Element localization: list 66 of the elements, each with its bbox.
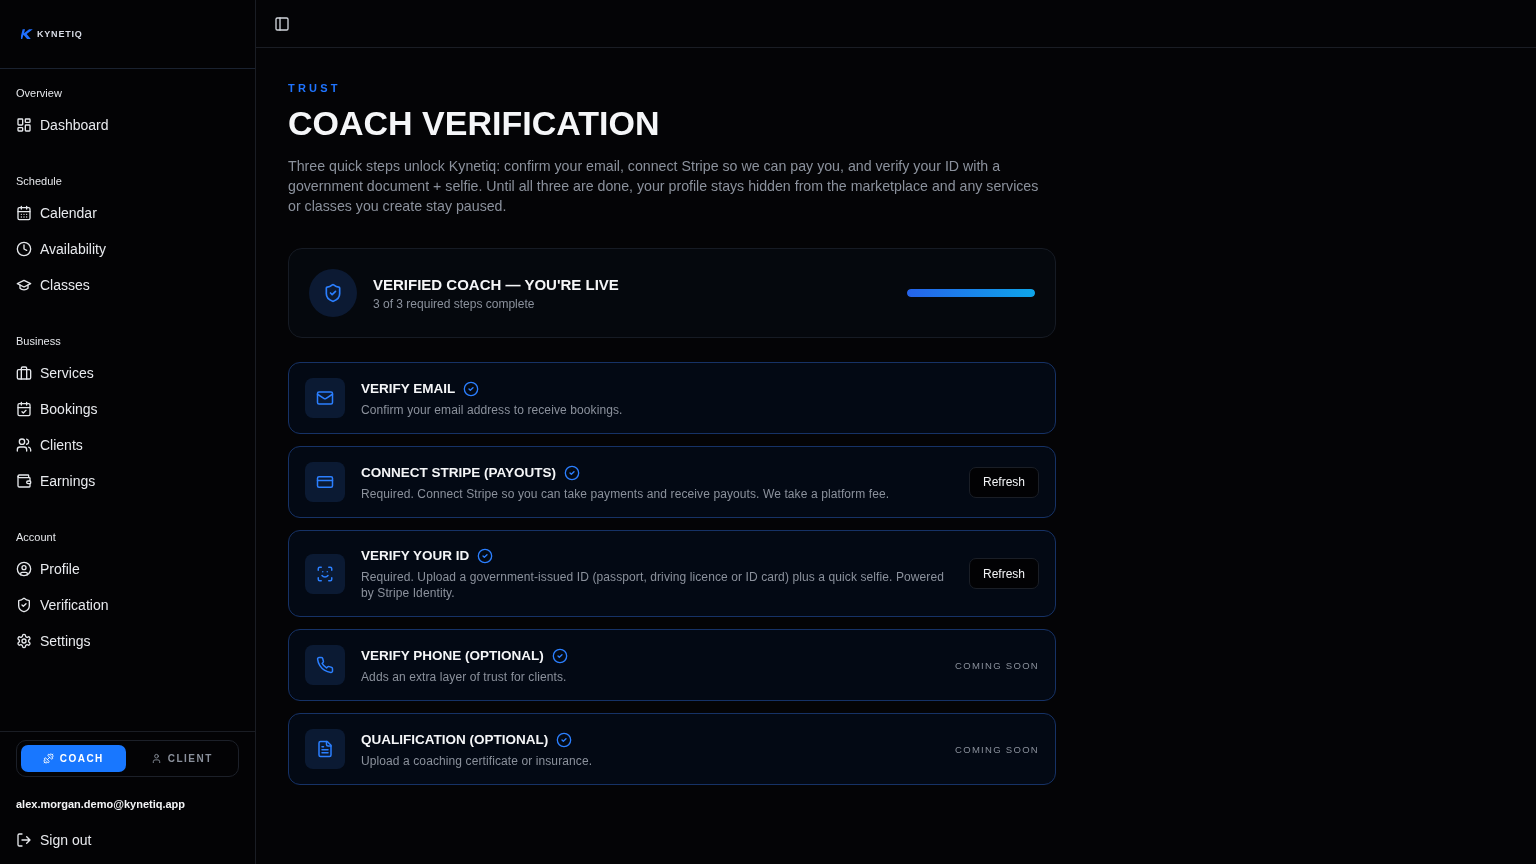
page-description: Three quick steps unlock Kynetiq: confirm your email, connect Stripe so we can pay you, and verify your ID with a government document + selfie. Until all three are done, your profile stays hidden from the marketplace and any services or classes you create stay paused. <box>288 157 1040 216</box>
step-title: VERIFY EMAIL <box>361 379 456 398</box>
status-title: VERIFIED COACH — YOU'RE LIVE <box>373 274 620 295</box>
nav-item[interactable]: Services <box>16 355 94 391</box>
nav-section-heading: Business <box>16 334 62 349</box>
mode-tab[interactable]: COACH <box>21 745 126 772</box>
nav-item[interactable]: Calendar <box>16 195 97 231</box>
refresh-button[interactable]: Refresh <box>968 466 1039 498</box>
nav-item[interactable]: Classes <box>16 267 90 303</box>
logo-icon <box>21 29 34 39</box>
step-description: Upload a coaching certificate or insurance. <box>361 752 594 769</box>
sign-out-link[interactable]: Sign out <box>16 822 92 858</box>
user-icon <box>150 753 162 764</box>
page-title: COACH VERIFICATION <box>288 103 661 143</box>
brand-name: KYNETIQ <box>37 28 83 40</box>
users-icon <box>16 437 32 453</box>
nav-item[interactable]: Dashboard <box>16 107 109 143</box>
nav-section-heading: Overview <box>16 86 63 101</box>
step-description: Confirm your email address to receive bookings. <box>361 401 624 418</box>
nav-item[interactable]: Verification <box>16 587 109 623</box>
check-circle-icon <box>463 380 480 397</box>
panel-left-icon <box>274 15 290 32</box>
mode-tab[interactable]: CLIENT <box>129 745 234 772</box>
check-circle-icon <box>556 731 573 748</box>
nav-item[interactable]: Clients <box>16 427 83 463</box>
status-subtitle: 3 of 3 required steps complete <box>373 295 536 312</box>
coming-soon-label: COMING SOON <box>955 659 1039 671</box>
settings-icon <box>16 633 32 649</box>
calendar-check-icon <box>16 401 32 417</box>
step-description: Adds an extra layer of trust for clients. <box>361 668 568 685</box>
coming-soon-label: COMING SOON <box>955 743 1039 755</box>
calendar-icon <box>16 205 32 221</box>
step-title: QUALIFICATION (OPTIONAL) <box>361 730 549 749</box>
graduation-cap-icon <box>16 277 32 293</box>
step-description: Required. Upload a government-issued ID (passport, driving licence or ID card) plus a quick selfie. Powered by Stripe Identity. <box>361 569 945 601</box>
check-circle-icon <box>551 647 568 664</box>
nav-section-heading: Account <box>16 530 57 545</box>
face-scan-icon <box>305 553 345 594</box>
envelope-icon <box>305 378 345 418</box>
credit-card-icon <box>305 462 345 502</box>
shield-check-icon <box>309 269 357 317</box>
wallet-icon <box>16 473 32 489</box>
sign-out-icon <box>16 832 32 848</box>
nav-item[interactable]: Availability <box>16 231 106 267</box>
step-title: VERIFY PHONE (OPTIONAL) <box>361 646 544 665</box>
briefcase-icon <box>16 365 32 381</box>
check-circle-icon <box>564 464 581 481</box>
nav-item[interactable]: Bookings <box>16 391 98 427</box>
dumbbell-icon <box>42 753 54 764</box>
clock-icon <box>16 241 32 257</box>
account-email: alex.morgan.demo@kynetiq.app <box>16 797 187 811</box>
check-circle-icon <box>477 548 494 564</box>
step-title: CONNECT STRIPE (PAYOUTS) <box>361 463 557 482</box>
step-title: VERIFY YOUR ID <box>361 547 470 565</box>
nav-item[interactable]: Settings <box>16 623 91 659</box>
user-circle-icon <box>16 561 32 577</box>
nav-item[interactable]: Earnings <box>16 463 96 499</box>
phone-icon <box>305 645 345 685</box>
shield-check-icon <box>16 597 32 613</box>
nav-item[interactable]: Profile <box>16 551 80 587</box>
refresh-button[interactable]: Refresh <box>968 558 1039 589</box>
grid-icon <box>16 117 32 133</box>
step-description: Required. Connect Stripe so you can take payments and receive payouts. We take a platform fee. <box>361 485 891 502</box>
document-icon <box>305 729 345 769</box>
eyebrow-label: TRUST <box>288 81 342 95</box>
nav-section-heading: Schedule <box>16 174 63 189</box>
